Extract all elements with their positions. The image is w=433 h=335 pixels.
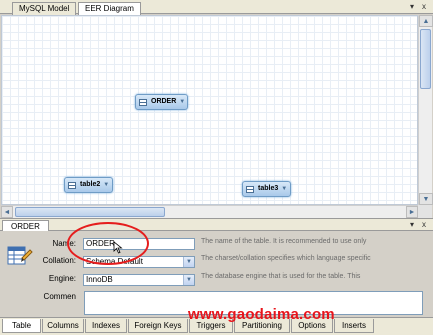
tab-columns[interactable]: Columns xyxy=(42,319,84,333)
engine-value: InnoDB xyxy=(86,275,113,284)
scroll-corner xyxy=(418,205,432,218)
table-node-label: ORDER xyxy=(151,98,177,105)
table-icon xyxy=(246,186,254,193)
chevron-down-icon[interactable]: ▼ xyxy=(183,275,194,285)
table-node-order[interactable]: ORDER ▼ xyxy=(135,94,188,110)
collation-help-text: The charset/collation specifies which la… xyxy=(201,255,371,262)
table-editor-panel: Name: ORDER The name of the table. It is… xyxy=(0,231,433,317)
chevron-down-icon[interactable]: ▼ xyxy=(100,182,109,188)
horizontal-scroll-thumb[interactable] xyxy=(15,207,165,217)
tab-table[interactable]: Table xyxy=(2,319,41,333)
scroll-left-icon[interactable]: ◄ xyxy=(1,206,13,218)
name-help-text: The name of the table. It is recommended… xyxy=(201,238,367,245)
engine-select[interactable]: InnoDB ▼ xyxy=(83,274,195,286)
collation-label: Collation: xyxy=(42,256,76,265)
chevron-down-icon[interactable]: ▼ xyxy=(176,99,185,105)
tab-inserts[interactable]: Inserts xyxy=(334,319,374,333)
table-icon xyxy=(68,182,76,189)
engine-help-text: The database engine that is used for the… xyxy=(201,273,361,280)
vertical-scroll-thumb[interactable] xyxy=(420,29,431,89)
vertical-scrollbar[interactable]: ▲ ▼ xyxy=(418,15,433,205)
tab-list-dropdown-icon[interactable]: ▾ xyxy=(407,2,417,12)
scroll-down-icon[interactable]: ▼ xyxy=(419,193,433,205)
engine-label: Engine: xyxy=(48,274,76,283)
close-icon[interactable]: x xyxy=(419,2,429,12)
table-node-label: table2 xyxy=(80,181,101,188)
table-icon xyxy=(139,99,147,106)
tab-mysql-model[interactable]: MySQL Model xyxy=(12,2,77,15)
horizontal-scrollbar[interactable]: ◄ ► xyxy=(1,205,418,218)
chevron-down-icon[interactable]: ▼ xyxy=(183,257,194,267)
table-node-label: table3 xyxy=(258,185,279,192)
tab-foreign-keys[interactable]: Foreign Keys xyxy=(128,319,188,333)
comments-label: Commen xyxy=(43,292,76,301)
tab-eer-diagram[interactable]: EER Diagram xyxy=(78,2,141,15)
table-node-table3[interactable]: table3 ▼ xyxy=(242,181,291,197)
eer-diagram-canvas[interactable]: ORDER ▼ table2 ▼ table3 ▼ xyxy=(1,15,418,205)
scroll-up-icon[interactable]: ▲ xyxy=(419,15,433,27)
table-editor-icon xyxy=(7,246,33,265)
watermark-text: www.gaodaima.com xyxy=(188,306,335,323)
scroll-right-icon[interactable]: ► xyxy=(406,206,418,218)
highlight-circle xyxy=(67,222,149,265)
editor-tab-bar: ORDER ▾ x xyxy=(0,218,433,232)
table-node-table2[interactable]: table2 ▼ xyxy=(64,177,113,193)
close-icon[interactable]: x xyxy=(419,220,429,230)
tab-indexes[interactable]: Indexes xyxy=(85,319,127,333)
tab-list-dropdown-icon[interactable]: ▾ xyxy=(407,220,417,230)
chevron-down-icon[interactable]: ▼ xyxy=(278,186,287,192)
document-tab-bar: MySQL Model EER Diagram ▾ x xyxy=(0,0,433,15)
